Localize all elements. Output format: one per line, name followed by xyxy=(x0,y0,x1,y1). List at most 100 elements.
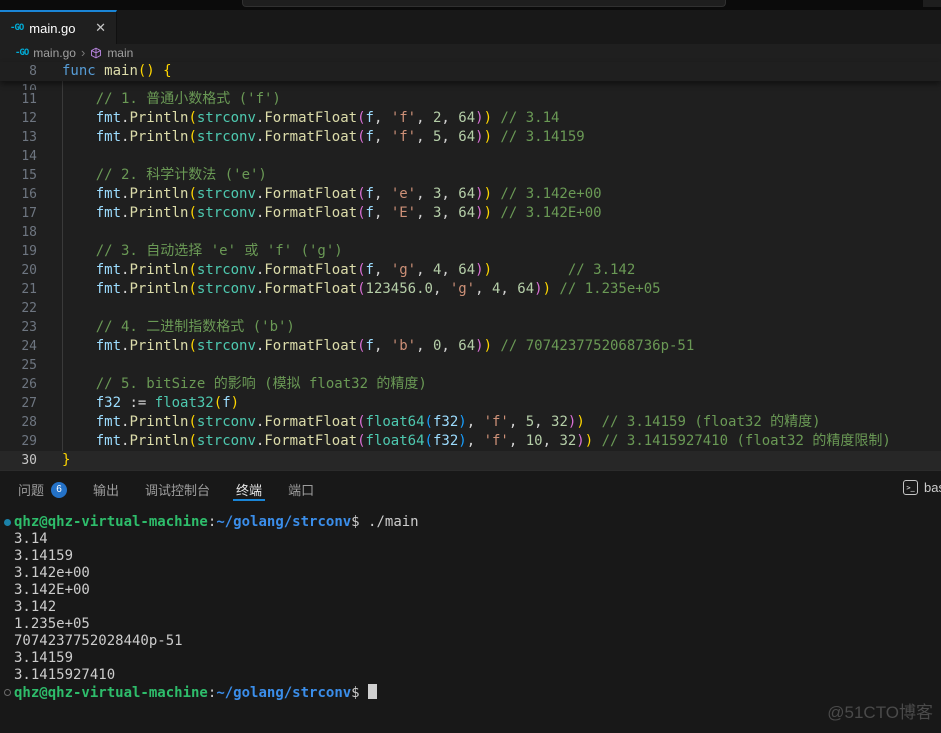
command-decoration xyxy=(0,599,14,616)
line-content xyxy=(37,299,62,318)
code-lines: 11 // 1. 普通小数格式 ('f')12 fmt.Println(strc… xyxy=(0,90,941,470)
panel-tab-调试控制台[interactable]: 调试控制台 xyxy=(145,471,210,508)
code-line[interactable]: 13 fmt.Println(strconv.FormatFloat(f, 'f… xyxy=(0,128,941,147)
code-editor[interactable]: 8func main() { 10 11 // 1. 普通小数格式 ('f')1… xyxy=(0,62,941,470)
line-content: // 3. 自动选择 'e' 或 'f' ('g') xyxy=(37,242,343,261)
problems-badge: 6 xyxy=(51,482,67,498)
sticky-scroll[interactable]: 8func main() { xyxy=(0,62,941,81)
line-number: 30 xyxy=(0,451,37,470)
token: strconv xyxy=(197,262,256,278)
code-line[interactable]: 18 xyxy=(0,223,941,242)
token: , xyxy=(441,186,458,202)
breadcrumb-item-symbol[interactable]: main xyxy=(107,46,133,60)
token: , xyxy=(374,129,391,145)
terminal-text: 3.142 xyxy=(14,599,56,616)
token: ~/golang/strconv xyxy=(216,685,351,701)
token: ( xyxy=(357,110,365,126)
tab-main-go[interactable]: -GO main.go ✕ xyxy=(0,10,117,44)
breadcrumb-item-file[interactable]: main.go xyxy=(33,46,76,60)
token: ) xyxy=(475,205,483,221)
token: , xyxy=(416,262,433,278)
command-decoration xyxy=(0,514,14,531)
code-line[interactable]: 8func main() { xyxy=(0,62,941,81)
code-line[interactable]: 19 // 3. 自动选择 'e' 或 'f' ('g') xyxy=(0,242,941,261)
token: // 3.142E+00 xyxy=(492,205,602,221)
token: f xyxy=(366,338,374,354)
line-content: func main() { xyxy=(37,62,172,81)
watermark: @51CTO博客 xyxy=(827,698,933,723)
code-line[interactable]: 24 fmt.Println(strconv.FormatFloat(f, 'b… xyxy=(0,337,941,356)
close-icon[interactable]: ✕ xyxy=(95,20,106,36)
token: , xyxy=(441,110,458,126)
panel-tab-输出[interactable]: 输出 xyxy=(93,471,119,508)
token: , xyxy=(374,205,391,221)
panel-tab-端口[interactable]: 端口 xyxy=(288,471,314,508)
command-center[interactable] xyxy=(242,0,726,7)
line-content: // 2. 科学计数法 ('e') xyxy=(37,166,267,185)
token: ) xyxy=(484,338,492,354)
panel-tab-终端[interactable]: 终端 xyxy=(236,471,262,508)
token: // 3.14159 xyxy=(492,129,585,145)
command-decoration xyxy=(0,667,14,684)
token: qhz@qhz-virtual-machine xyxy=(14,685,208,701)
code-line[interactable]: 17 fmt.Println(strconv.FormatFloat(f, 'E… xyxy=(0,204,941,223)
token: , xyxy=(441,262,458,278)
code-line[interactable]: 30} xyxy=(0,451,941,470)
token: , xyxy=(475,281,492,297)
terminal-profile[interactable]: >_ bas xyxy=(903,480,941,495)
token: 'E' xyxy=(391,205,416,221)
panel-tab-问题[interactable]: 问题6 xyxy=(18,471,67,508)
code-line[interactable]: 10 xyxy=(0,81,941,90)
command-success-icon[interactable] xyxy=(4,519,11,526)
token: ) xyxy=(484,205,492,221)
code-body: 10 11 // 1. 普通小数格式 ('f')12 fmt.Println(s… xyxy=(0,81,941,470)
command-decoration xyxy=(0,684,14,701)
line-content: // 1. 普通小数格式 ('f') xyxy=(37,90,281,109)
panel-tab-label: 调试控制台 xyxy=(145,480,210,499)
token: Println xyxy=(129,129,188,145)
token: f xyxy=(366,186,374,202)
token: , xyxy=(416,205,433,221)
token: FormatFloat xyxy=(264,281,357,297)
code-line[interactable]: 11 // 1. 普通小数格式 ('f') xyxy=(0,90,941,109)
command-decoration xyxy=(0,633,14,650)
token: // 3.1415927410 (float32 的精度限制) xyxy=(593,433,891,449)
command-decoration xyxy=(0,582,14,599)
code-line[interactable]: 27 f32 := float32(f) xyxy=(0,394,941,413)
token: , xyxy=(467,433,484,449)
code-line[interactable]: 29 fmt.Println(strconv.FormatFloat(float… xyxy=(0,432,941,451)
token: main xyxy=(104,63,138,79)
terminal-text: 3.1415927410 xyxy=(14,667,115,684)
line-content: // 4. 二进制指数格式 ('b') xyxy=(37,318,295,337)
token: 64 xyxy=(458,262,475,278)
panel-tab-label: 端口 xyxy=(288,480,314,499)
token: 3.14 xyxy=(14,531,48,547)
terminal[interactable]: qhz@qhz-virtual-machine:~/golang/strconv… xyxy=(0,508,941,701)
line-number: 27 xyxy=(0,394,37,413)
code-line[interactable]: 20 fmt.Println(strconv.FormatFloat(f, 'g… xyxy=(0,261,941,280)
code-line[interactable]: 21 fmt.Println(strconv.FormatFloat(12345… xyxy=(0,280,941,299)
code-line[interactable]: 15 // 2. 科学计数法 ('e') xyxy=(0,166,941,185)
token: fmt xyxy=(62,433,121,449)
line-content: // 5. bitSize 的影响 (模拟 float32 的精度) xyxy=(37,375,427,394)
line-content: fmt.Println(strconv.FormatFloat(f, 'e', … xyxy=(37,185,602,204)
code-line[interactable]: 23 // 4. 二进制指数格式 ('b') xyxy=(0,318,941,337)
code-line[interactable]: 14 xyxy=(0,147,941,166)
token: float64 xyxy=(366,414,425,430)
terminal-line: 3.142 xyxy=(0,599,941,616)
command-pending-icon[interactable] xyxy=(4,689,11,696)
token: // 1.235e+05 xyxy=(551,281,661,297)
code-line[interactable]: 25 xyxy=(0,356,941,375)
token: 1.235e+05 xyxy=(14,616,90,632)
token: , xyxy=(433,281,450,297)
code-line[interactable]: 16 fmt.Println(strconv.FormatFloat(f, 'e… xyxy=(0,185,941,204)
code-line[interactable]: 12 fmt.Println(strconv.FormatFloat(f, 'f… xyxy=(0,109,941,128)
code-line[interactable]: 28 fmt.Println(strconv.FormatFloat(float… xyxy=(0,413,941,432)
terminal-icon: >_ xyxy=(903,480,918,495)
token: fmt xyxy=(62,281,121,297)
line-number: 10 xyxy=(0,81,37,90)
code-line[interactable]: 26 // 5. bitSize 的影响 (模拟 float32 的精度) xyxy=(0,375,941,394)
token: FormatFloat xyxy=(264,205,357,221)
code-line[interactable]: 22 xyxy=(0,299,941,318)
token: { xyxy=(163,63,171,79)
